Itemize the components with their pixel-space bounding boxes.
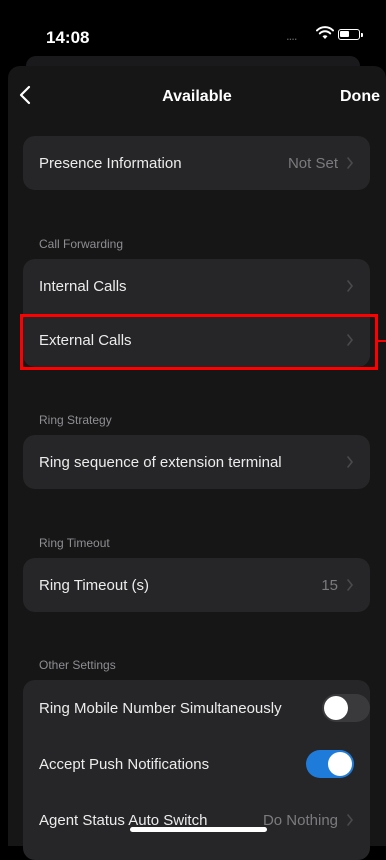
ring-mobile-row: Ring Mobile Number Simultaneously xyxy=(23,680,370,736)
ring-timeout-value: 15 xyxy=(321,576,338,594)
agent-status-row[interactable]: Agent Status Auto Switch Do Nothing xyxy=(23,792,370,848)
ring-strategy-card: Ring sequence of extension terminal xyxy=(23,435,370,489)
page-title: Available xyxy=(162,88,232,105)
internal-calls-row[interactable]: Internal Calls xyxy=(23,259,370,313)
highlight-pointer xyxy=(378,340,386,342)
ring-strategy-header: Ring Strategy xyxy=(39,413,112,427)
call-forwarding-header: Call Forwarding xyxy=(39,237,124,251)
push-notifications-toggle[interactable] xyxy=(306,750,354,778)
nav-bar: Available Done xyxy=(8,66,386,124)
status-time: 14:08 xyxy=(46,28,90,47)
internal-calls-label: Internal Calls xyxy=(39,277,127,295)
chevron-right-icon xyxy=(347,814,354,826)
ring-timeout-header: Ring Timeout xyxy=(39,536,110,550)
external-calls-label: External Calls xyxy=(39,331,132,349)
wifi-icon xyxy=(316,26,334,45)
presence-information-value: Not Set xyxy=(287,154,338,172)
push-notifications-label: Accept Push Notifications xyxy=(39,755,210,773)
ring-sequence-row[interactable]: Ring sequence of extension terminal xyxy=(23,435,370,489)
agent-status-label: Agent Status Auto Switch xyxy=(39,811,208,829)
home-indicator xyxy=(130,827,267,832)
ring-timeout-label: Ring Timeout (s) xyxy=(39,576,150,594)
chevron-right-icon xyxy=(347,157,354,169)
ring-timeout-card: Ring Timeout (s) 15 xyxy=(23,558,370,612)
call-forwarding-card: Internal Calls External Calls xyxy=(23,259,370,367)
agent-status-value: Do Nothing xyxy=(262,811,338,829)
chevron-right-icon xyxy=(347,334,354,346)
done-button[interactable]: Done xyxy=(340,88,380,106)
chevron-right-icon xyxy=(347,280,354,292)
other-settings-card: Ring Mobile Number Simultaneously Accept… xyxy=(23,680,370,860)
ring-mobile-toggle[interactable] xyxy=(322,694,370,722)
battery-icon xyxy=(338,29,363,40)
chevron-right-icon xyxy=(347,579,354,591)
settings-sheet: Available Done Presence Information Not … xyxy=(8,66,386,860)
toggle-knob xyxy=(328,752,352,776)
signal-icon: .... xyxy=(286,28,297,43)
presence-information-label: Presence Information xyxy=(39,154,182,172)
external-calls-row[interactable]: External Calls xyxy=(23,313,370,367)
chevron-left-icon xyxy=(19,85,31,105)
chevron-right-icon xyxy=(347,456,354,468)
status-bar: 14:08 .... xyxy=(0,0,386,62)
push-notifications-row: Accept Push Notifications xyxy=(23,736,370,792)
toggle-knob xyxy=(324,696,348,720)
ring-sequence-label: Ring sequence of extension terminal xyxy=(39,453,282,471)
ring-mobile-label: Ring Mobile Number Simultaneously xyxy=(39,699,282,717)
back-button[interactable] xyxy=(14,78,36,112)
ring-timeout-row[interactable]: Ring Timeout (s) 15 xyxy=(23,558,370,612)
other-settings-header: Other Settings xyxy=(39,658,116,672)
presence-information-row[interactable]: Presence Information Not Set xyxy=(23,136,370,190)
presence-card: Presence Information Not Set xyxy=(23,136,370,190)
